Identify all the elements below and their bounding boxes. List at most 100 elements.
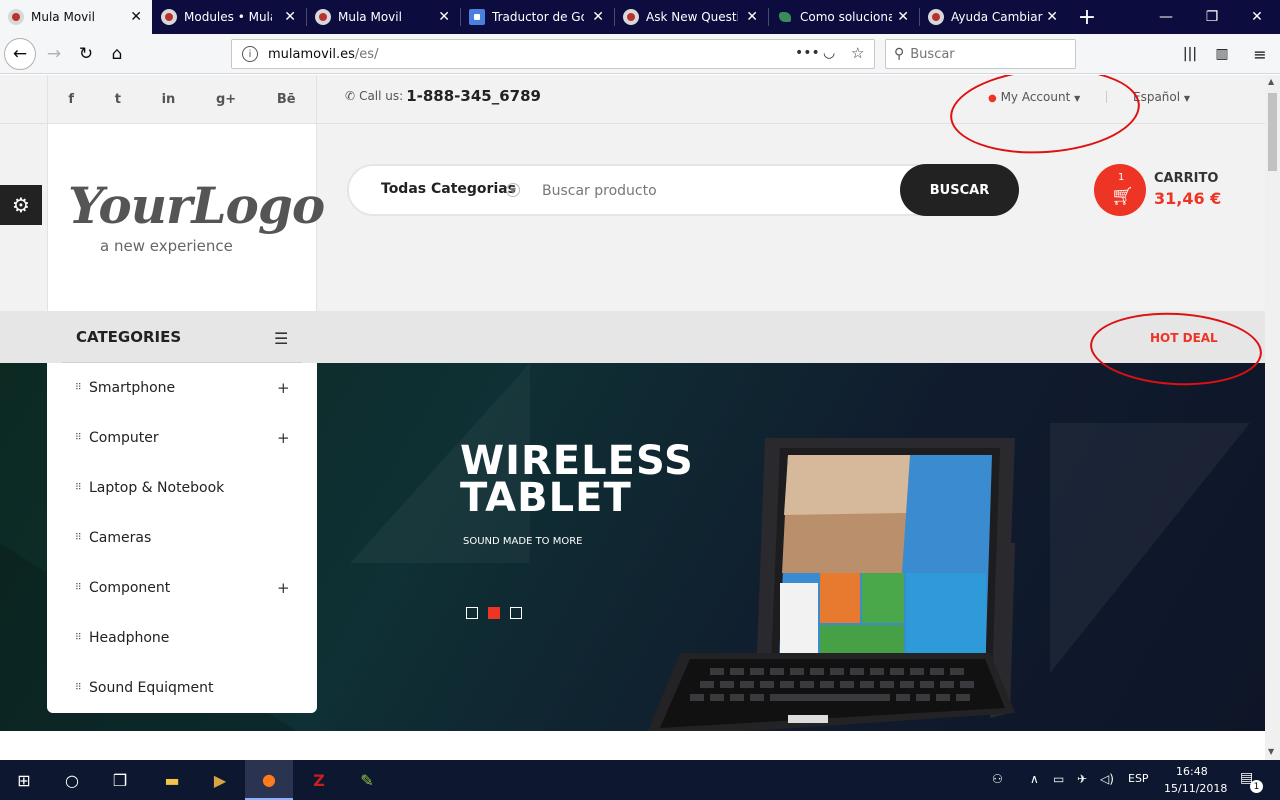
language-dropdown[interactable]: Español ▼ bbox=[1133, 90, 1190, 104]
url-bar[interactable]: i mulamovil.es/es/ ••• ◡ ☆ bbox=[231, 39, 875, 69]
category-label: Component bbox=[89, 580, 171, 596]
drag-dots-icon: ⠿ bbox=[75, 483, 82, 493]
scroll-down-icon[interactable]: ▼ bbox=[1268, 747, 1274, 756]
drag-dots-icon: ⠿ bbox=[75, 383, 82, 393]
slide-dot-active[interactable] bbox=[488, 607, 500, 619]
gear-icon[interactable]: ⚙ bbox=[0, 185, 42, 225]
tab-label: Traductor de Goo bbox=[492, 10, 584, 24]
scrollbar-thumb[interactable] bbox=[1268, 93, 1277, 171]
tab-ask-question[interactable]: Ask New Questio ✕ bbox=[615, 0, 768, 34]
categories-header[interactable]: CATEGORIES ☰ bbox=[62, 311, 302, 363]
close-window-button[interactable]: ✕ bbox=[1234, 0, 1280, 34]
close-tab-icon[interactable]: ✕ bbox=[130, 9, 142, 25]
tab-mula-movil-active[interactable]: Mula Movil ✕ bbox=[0, 0, 152, 34]
close-tab-icon[interactable]: ✕ bbox=[284, 9, 296, 25]
close-tab-icon[interactable]: ✕ bbox=[897, 9, 909, 25]
bookmark-star-icon[interactable]: ☆ bbox=[851, 44, 864, 62]
phone-icon: ✆ bbox=[345, 89, 356, 103]
page-scrollbar[interactable]: ▲ ▼ bbox=[1265, 75, 1280, 760]
reload-icon[interactable]: ↻ bbox=[70, 38, 102, 70]
tab-label: Mula Movil bbox=[31, 10, 95, 24]
expand-plus-icon[interactable]: + bbox=[277, 379, 290, 397]
expand-plus-icon[interactable]: + bbox=[277, 579, 290, 597]
new-tab-button[interactable]: + bbox=[1064, 0, 1110, 34]
linkedin-icon[interactable]: in bbox=[162, 92, 176, 107]
close-tab-icon[interactable]: ✕ bbox=[746, 9, 758, 25]
minimize-button[interactable]: — bbox=[1143, 0, 1189, 34]
slide-dot[interactable] bbox=[466, 607, 478, 619]
scroll-up-icon[interactable]: ▲ bbox=[1268, 77, 1274, 86]
task-view-icon[interactable]: ❒ bbox=[96, 760, 144, 800]
back-arrow-icon[interactable]: ← bbox=[4, 38, 36, 70]
category-item-headphone[interactable]: ⠿ Headphone bbox=[47, 613, 317, 663]
expand-plus-icon[interactable]: + bbox=[277, 429, 290, 447]
logo-area: YourLogo a new experience bbox=[47, 124, 325, 311]
category-label: Laptop & Notebook bbox=[89, 480, 225, 496]
twitter-icon[interactable]: t bbox=[115, 92, 121, 107]
maximize-button[interactable]: ❐ bbox=[1189, 0, 1235, 34]
firefox-icon[interactable]: ● bbox=[245, 760, 293, 800]
pocket-icon[interactable]: ◡ bbox=[823, 45, 835, 61]
slide-dot[interactable] bbox=[510, 607, 522, 619]
cortana-search-icon[interactable]: ○ bbox=[48, 760, 96, 800]
tab-ayuda-cambiar[interactable]: Ayuda Cambiar T ✕ bbox=[920, 0, 1068, 34]
drag-dots-icon: ⠿ bbox=[75, 683, 82, 693]
search-button[interactable]: BUSCAR bbox=[900, 164, 1019, 216]
hamburger-menu-icon[interactable]: ≡ bbox=[1244, 38, 1276, 70]
tab-modules[interactable]: Modules • Mula M ✕ bbox=[153, 0, 306, 34]
facebook-icon[interactable]: f bbox=[68, 92, 74, 107]
site-favicon-icon bbox=[928, 9, 944, 25]
close-tab-icon[interactable]: ✕ bbox=[1046, 9, 1058, 25]
input-language[interactable]: ESP bbox=[1128, 772, 1149, 785]
category-item-computer[interactable]: ⠿ Computer + bbox=[47, 413, 317, 463]
category-select[interactable]: Todas Categorias bbox=[381, 181, 516, 197]
people-icon[interactable]: ⚇ bbox=[992, 772, 1003, 786]
windows-start-icon[interactable]: ⊞ bbox=[0, 760, 48, 800]
cart-label[interactable]: CARRITO bbox=[1154, 171, 1218, 186]
tab-google-translate[interactable]: Traductor de Goo ✕ bbox=[461, 0, 614, 34]
site-logo[interactable]: YourLogo bbox=[68, 176, 325, 235]
product-search-input[interactable] bbox=[542, 176, 882, 206]
tablet-keyboard-image bbox=[647, 438, 1015, 731]
tab-como-solucionar[interactable]: Como solucionar ✕ bbox=[769, 0, 919, 34]
tab-mula-movil[interactable]: Mula Movil ✕ bbox=[307, 0, 460, 34]
category-item-sound-equipment[interactable]: ⠿ Sound Equiqment bbox=[47, 663, 317, 713]
drag-dots-icon: ⠿ bbox=[75, 433, 82, 443]
category-item-laptop[interactable]: ⠿ Laptop & Notebook bbox=[47, 463, 317, 513]
clock-time[interactable]: 16:48 bbox=[1176, 765, 1208, 778]
clock-date[interactable]: 15/11/2018 bbox=[1164, 782, 1227, 795]
battery-icon[interactable]: ▭ bbox=[1053, 772, 1064, 786]
tab-label: Mula Movil bbox=[338, 10, 402, 24]
chevron-down-icon[interactable]: ▼ bbox=[506, 183, 520, 197]
sidebar-toggle-icon[interactable]: ▥ bbox=[1206, 38, 1238, 70]
category-label: Cameras bbox=[89, 530, 152, 546]
filezilla-icon[interactable]: Z bbox=[295, 760, 343, 800]
browser-search-bar[interactable]: ⚲ Buscar bbox=[885, 39, 1076, 69]
site-favicon-icon bbox=[623, 9, 639, 25]
volume-icon[interactable]: ◁) bbox=[1100, 772, 1114, 786]
file-explorer-icon[interactable]: ▬ bbox=[148, 760, 196, 800]
site-info-icon[interactable]: i bbox=[242, 46, 258, 62]
category-item-component[interactable]: ⠿ Component + bbox=[47, 563, 317, 613]
behance-icon[interactable]: Bē bbox=[277, 92, 296, 107]
close-tab-icon[interactable]: ✕ bbox=[592, 9, 604, 25]
search-icon: ⚲ bbox=[894, 46, 905, 62]
airplane-mode-icon[interactable]: ✈ bbox=[1077, 772, 1087, 786]
category-item-smartphone[interactable]: ⠿ Smartphone + bbox=[47, 363, 317, 413]
notepad-plus-icon[interactable]: ✎ bbox=[343, 760, 391, 800]
close-tab-icon[interactable]: ✕ bbox=[438, 9, 450, 25]
menu-icon[interactable]: ☰ bbox=[274, 329, 288, 348]
product-search-bar: Todas Categorias ▼ BUSCAR bbox=[347, 164, 1019, 216]
forward-arrow-icon[interactable]: → bbox=[38, 38, 70, 70]
category-item-cameras[interactable]: ⠿ Cameras bbox=[47, 513, 317, 563]
library-icon[interactable]: ||| bbox=[1174, 38, 1206, 70]
media-player-icon[interactable]: ▶ bbox=[196, 760, 244, 800]
category-label: Computer bbox=[89, 430, 159, 446]
google-translate-icon bbox=[469, 9, 485, 25]
banner-title-line2: TABLET bbox=[460, 475, 632, 521]
page-actions-icon[interactable]: ••• bbox=[795, 45, 820, 61]
google-plus-icon[interactable]: g+ bbox=[216, 92, 236, 107]
show-hidden-icons[interactable]: ∧ bbox=[1030, 772, 1039, 786]
home-icon[interactable]: ⌂ bbox=[101, 38, 133, 70]
cart-button[interactable]: 1 🛒︎ bbox=[1094, 164, 1146, 216]
